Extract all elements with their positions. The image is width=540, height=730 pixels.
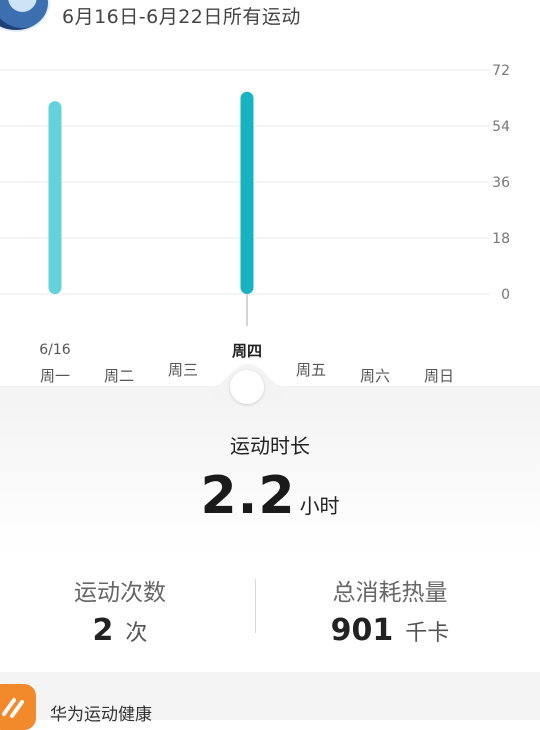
calories-value: 901 [330, 613, 394, 648]
metric-title: 运动时长 [230, 434, 310, 458]
y-tick-label: 72 [492, 63, 510, 79]
selection-handle[interactable] [230, 370, 264, 404]
workout-count-value-group: 2次 [20, 613, 220, 648]
workout-count-stat: 运动次数 2次 [20, 573, 220, 648]
weekly-bar-chart[interactable]: 0 18 36 54 72 [0, 40, 540, 390]
bar-周一[interactable] [48, 101, 62, 294]
y-tick-label: 0 [501, 287, 510, 303]
weekday-label[interactable]: 周三 [153, 359, 213, 380]
metric-value: 2.2 小时 [0, 466, 540, 526]
weekday-label[interactable]: 周四 [217, 340, 277, 361]
bar-周四[interactable] [240, 91, 254, 295]
huawei-health-app-icon[interactable] [0, 684, 36, 730]
duration-value: 2.2 [200, 466, 296, 526]
calories-label: 总消耗热量 [332, 580, 448, 606]
first-date-label: 6/16 [39, 342, 71, 358]
workout-count-label: 运动次数 [74, 580, 166, 606]
y-tick-label: 36 [492, 175, 510, 191]
stats-divider [255, 579, 256, 633]
header: 6月16日-6月22日所有运动 [0, 0, 540, 40]
weekday-label[interactable]: 周六 [345, 365, 405, 386]
y-tick-label: 54 [492, 119, 510, 135]
calories-stat: 总消耗热量 901 千卡 [290, 573, 490, 648]
workout-count-unit: 次 [125, 621, 148, 646]
app-logo-icon [2, 698, 24, 718]
weekday-label[interactable]: 周一 [25, 365, 85, 386]
calories-value-group: 901 千卡 [290, 613, 490, 648]
app-footer[interactable]: 华为运动健康 [0, 672, 540, 730]
workout-count-value: 2 [92, 613, 114, 648]
stats-row: 运动次数 2次 总消耗热量 901 千卡 [0, 565, 540, 665]
weekday-label[interactable]: 周五 [281, 359, 341, 380]
weekday-label[interactable]: 周二 [89, 365, 149, 386]
chart-svg: 0 18 36 54 72 [0, 63, 510, 326]
date-range-title: 6月16日-6月22日所有运动 [62, 6, 301, 28]
y-tick-label: 18 [492, 231, 510, 247]
weekday-label[interactable]: 周日 [409, 365, 469, 386]
app-name: 华为运动健康 [50, 705, 152, 725]
duration-unit: 小时 [299, 494, 340, 518]
avatar[interactable] [0, 0, 50, 32]
calories-unit: 千卡 [405, 621, 450, 646]
